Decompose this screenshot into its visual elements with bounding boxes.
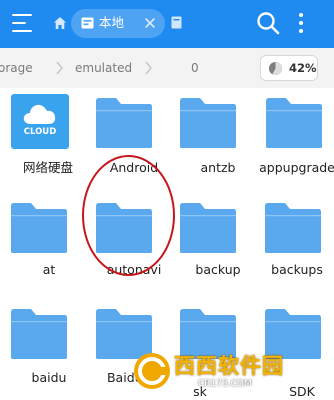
storage-usage-button[interactable]: 42% bbox=[260, 55, 318, 81]
folder-icon bbox=[9, 202, 69, 254]
tab-local[interactable]: 本地 bbox=[71, 9, 165, 38]
watermark-name: 西西软件园 bbox=[174, 354, 284, 378]
grid-item-folder[interactable]: antzb bbox=[178, 94, 258, 194]
folder-icon bbox=[264, 97, 324, 149]
breadcrumb-0[interactable]: 0 bbox=[191, 61, 199, 75]
chevron-right-icon bbox=[56, 61, 63, 75]
watermark-url: CR173.COM bbox=[198, 379, 252, 389]
storage-percentage: 42% bbox=[289, 61, 317, 75]
chevron-right-icon bbox=[145, 61, 152, 75]
breadcrumb: orage emulated 0 42% bbox=[0, 48, 334, 88]
home-icon[interactable] bbox=[52, 15, 68, 31]
file-manager-screen: 本地 orage emulated 0 42% CLOUD 网络硬盘 Andro… bbox=[0, 0, 334, 400]
folder-icon bbox=[263, 202, 323, 254]
pie-chart-icon bbox=[268, 61, 283, 76]
grid-item-folder[interactable]: at bbox=[9, 202, 89, 302]
folder-icon bbox=[9, 308, 69, 360]
item-label: antzb bbox=[200, 160, 236, 175]
folder-icon bbox=[178, 97, 238, 149]
watermark-logo bbox=[134, 353, 170, 389]
item-label: backups bbox=[271, 262, 323, 277]
top-app-bar: 本地 bbox=[0, 0, 334, 48]
cloud-badge-label: CLOUD bbox=[23, 127, 57, 137]
grid-item-cloud-drive[interactable]: CLOUD 网络硬盘 bbox=[8, 94, 88, 194]
folder-icon bbox=[94, 97, 154, 149]
grid-item-folder[interactable]: backups bbox=[263, 202, 334, 302]
folder-tab-icon[interactable] bbox=[171, 16, 182, 29]
item-label: appupgrade bbox=[259, 160, 334, 175]
highlight-circle bbox=[82, 155, 175, 276]
grid-item-folder[interactable]: appupgrade bbox=[259, 94, 334, 194]
tab-label: 本地 bbox=[99, 15, 125, 30]
item-label: baidu bbox=[31, 370, 67, 385]
folder-icon bbox=[178, 202, 238, 254]
storage-icon bbox=[81, 17, 94, 29]
search-icon[interactable] bbox=[255, 10, 281, 36]
hamburger-icon[interactable] bbox=[12, 11, 36, 37]
item-label: backup bbox=[195, 262, 241, 277]
grid-item-folder[interactable]: backup bbox=[178, 202, 258, 302]
close-icon[interactable] bbox=[144, 17, 156, 29]
cloud-drive-icon: CLOUD bbox=[11, 94, 69, 149]
breadcrumb-storage[interactable]: orage bbox=[0, 61, 33, 75]
watermark: 西西软件园 CR173.COM bbox=[132, 348, 334, 400]
item-label: at bbox=[42, 262, 56, 277]
grid-item-folder[interactable]: baidu bbox=[9, 308, 89, 400]
item-label: 网络硬盘 bbox=[22, 160, 73, 175]
more-vertical-icon[interactable] bbox=[296, 11, 306, 35]
breadcrumb-emulated[interactable]: emulated bbox=[75, 61, 132, 75]
